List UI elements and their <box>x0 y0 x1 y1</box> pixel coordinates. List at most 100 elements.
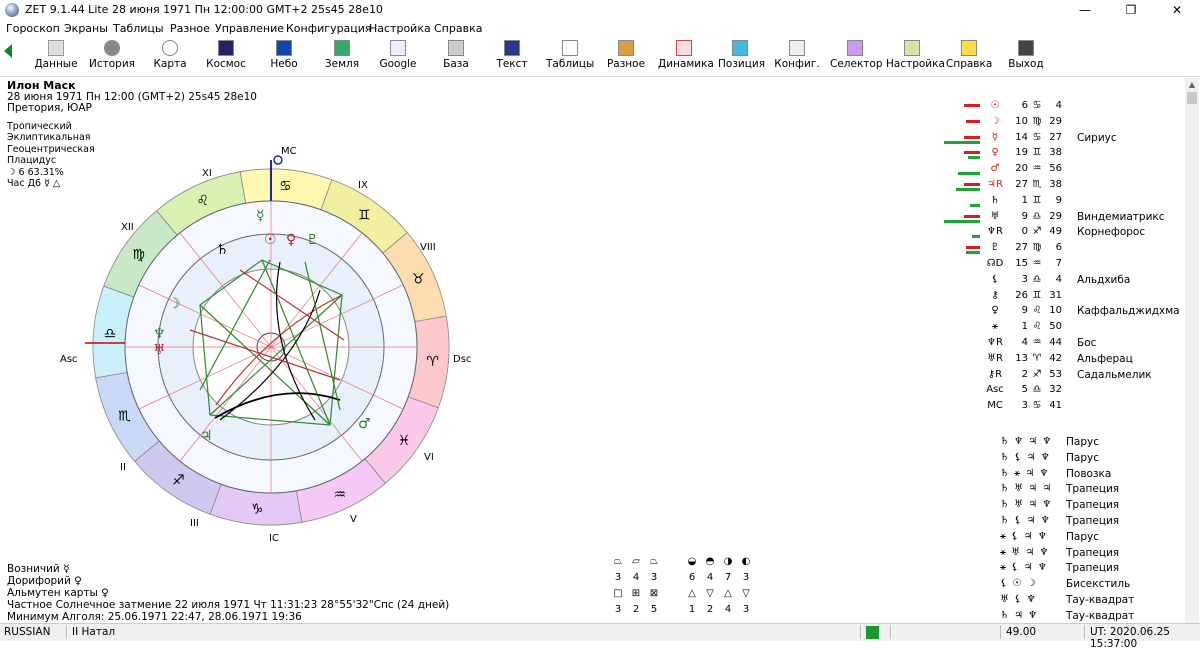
menu-horoscope[interactable]: Гороскоп <box>6 22 60 35</box>
jupiter-icon[interactable]: ♃ <box>200 428 213 444</box>
planet-row[interactable]: ♆R 0 ♐ 49 Корнефорос <box>940 226 1180 242</box>
sun-icon[interactable]: ☉ <box>264 232 277 248</box>
figure-name: Трапеция <box>1066 499 1120 512</box>
mars-icon[interactable]: ♂ <box>358 416 371 432</box>
toolbar-text-button[interactable]: Текст <box>490 39 534 75</box>
figure-name: Повозка <box>1066 467 1112 480</box>
toolbar-cosmos-button[interactable]: Космос <box>204 39 248 75</box>
figure-row[interactable]: ⚹ ♅ ♃ ♆ Трапеция <box>1000 547 1180 563</box>
menu-screens[interactable]: Экраны <box>64 22 108 35</box>
fixed-star: Бос <box>1077 337 1097 349</box>
toolbar-settings-button[interactable]: Настройка <box>886 39 945 75</box>
scroll-up-icon[interactable]: ▲ <box>1187 80 1197 90</box>
uranus-icon[interactable]: ♅ <box>153 342 166 358</box>
element-count: 3 <box>614 604 622 615</box>
figure-row[interactable]: ♄ ⚸ ♃ ♆ Трапеция <box>1000 515 1180 531</box>
toolbar-database-button[interactable]: База <box>434 39 478 75</box>
figure-row[interactable]: ♄ ⚸ ♃ ♆ Парус <box>1000 452 1180 468</box>
planet-row[interactable]: MC 3 ♋ 41 <box>940 400 1180 416</box>
back-arrow-icon[interactable] <box>4 44 12 58</box>
menu-control[interactable]: Управление <box>215 22 284 35</box>
planet-degree: 3 <box>1021 273 1028 285</box>
planet-minutes: 6 <box>1055 242 1062 254</box>
toolbar-help-button[interactable]: Справка <box>946 39 992 75</box>
planet-sign: ♌ <box>1032 321 1042 333</box>
planet-row[interactable]: ☽ 10 ♍ 29 <box>940 116 1180 132</box>
planet-row[interactable]: ☊D 15 ♒ 7 <box>940 258 1180 274</box>
toolbar-history-button[interactable]: История <box>88 39 136 75</box>
scroll-thumb[interactable] <box>1187 92 1197 104</box>
figure-row[interactable]: ♄ ♆ ♃ ♆ Парус <box>1000 436 1180 452</box>
menu-settings[interactable]: Настройка <box>369 22 431 35</box>
element-count: 3 <box>614 572 622 583</box>
tables-icon <box>562 40 578 56</box>
toolbar-exit-button[interactable]: Выход <box>1004 39 1048 75</box>
pluto-icon[interactable]: ♇ <box>306 232 319 248</box>
figure-row[interactable]: ⚹ ⚸ ♃ ♆ Трапеция <box>1000 562 1180 578</box>
planet-degree: 26 <box>1015 289 1028 301</box>
planet-row[interactable]: ♃R 27 ♏ 38 <box>940 179 1180 195</box>
neptune-icon[interactable]: ♆ <box>153 326 166 342</box>
figure-row[interactable]: ♅ ⚸ ♆ Тау-квадрат <box>1000 594 1180 610</box>
planet-row[interactable]: ♄ 1 ♊ 9 <box>940 195 1180 211</box>
toolbar-selector-button[interactable]: Селектор <box>830 39 883 75</box>
figure-row[interactable]: ⚸ ☉ ☽ Бисекстиль <box>1000 578 1180 594</box>
element-symbol: ⏢ <box>650 556 658 567</box>
zodiac-sign-icon: ♎ <box>104 326 117 342</box>
toolbar-google-button[interactable]: Google <box>376 39 420 75</box>
planet-row[interactable]: ♆R 4 ♒ 44 Бос <box>940 337 1180 353</box>
planet-sign: ♎ <box>1032 384 1042 396</box>
planet-row[interactable]: ☉ 6 ♋ 4 <box>940 100 1180 116</box>
toolbar-earth-button[interactable]: Земля <box>320 39 364 75</box>
planet-row[interactable]: ⚷ 26 ♊ 31 <box>940 290 1180 306</box>
menu-tables[interactable]: Таблицы <box>113 22 164 35</box>
figure-name: Парус <box>1066 436 1099 448</box>
position-icon <box>732 40 748 56</box>
figure-name: Тау-квадрат <box>1066 609 1135 622</box>
toolbar-chart-button[interactable]: Карта <box>148 39 192 75</box>
horoscope-wheel[interactable]: MC IC Asc Dsc XII XI IX VIII VI V III II… <box>40 140 480 560</box>
dsc-label: Dsc <box>453 354 471 365</box>
toolbar-tables-button[interactable]: Таблицы <box>546 39 594 75</box>
venus-icon[interactable]: ♀ <box>286 232 296 248</box>
toolbar-dynamics-button[interactable]: Динамика <box>658 39 714 75</box>
figure-row[interactable]: ♄ ⚹ ♃ ♆ Повозка <box>1000 468 1180 484</box>
planet-row[interactable]: ♀ 19 ♊ 38 <box>940 147 1180 163</box>
figure-row[interactable]: ⚹ ⚸ ♃ ♆ Парус <box>1000 531 1180 547</box>
toolbar-position-button[interactable]: Позиция <box>718 39 765 75</box>
planet-row[interactable]: ♅R 13 ♈ 42 Альферац <box>940 353 1180 369</box>
toolbar-data-button[interactable]: Данные <box>34 39 78 75</box>
status-language: RUSSIAN <box>4 626 51 638</box>
saturn-icon[interactable]: ♄ <box>216 242 229 258</box>
maximize-button[interactable]: ❐ <box>1108 0 1154 20</box>
moon-icon[interactable]: ☽ <box>168 296 181 312</box>
planet-row[interactable]: ☿ 14 ♋ 27 Сириус <box>940 132 1180 148</box>
menu-misc[interactable]: Разное <box>170 22 210 35</box>
close-button[interactable]: ✕ <box>1154 0 1200 20</box>
planet-minutes: 44 <box>1049 337 1062 348</box>
vertical-scrollbar[interactable]: ▲ <box>1185 78 1199 623</box>
menu-configuration[interactable]: Конфигурация <box>286 22 372 35</box>
planet-row[interactable]: ⚸ 3 ♎ 4 Альдхиба <box>940 274 1180 290</box>
planet-sign: ♏ <box>1032 179 1042 190</box>
figure-row[interactable]: ♄ ♅ ♃ ♆ Трапеция <box>1000 499 1180 515</box>
toolbar-misc-button[interactable]: Разное <box>604 39 648 75</box>
planet-row[interactable]: ♀ 9 ♌ 10 Каффальджидхма <box>940 305 1180 321</box>
misc-icon <box>618 40 634 56</box>
planet-row[interactable]: ♇ 27 ♍ 6 <box>940 242 1180 258</box>
house-label: IX <box>358 180 368 191</box>
planet-sign: ♎ <box>1032 273 1042 285</box>
toolbar-sky-button[interactable]: Небо <box>262 39 306 75</box>
help-icon <box>961 40 977 56</box>
figure-row[interactable]: ♄ ♅ ♃ ♃ Трапеция <box>1000 483 1180 499</box>
planet-degree: 27 <box>1015 242 1028 254</box>
planet-row[interactable]: ⚹ 1 ♌ 50 <box>940 321 1180 337</box>
planet-row[interactable]: ♂ 20 ♒ 56 <box>940 163 1180 179</box>
planet-row[interactable]: ⚷R 2 ♐ 53 Садальмелик <box>940 369 1180 385</box>
planet-row[interactable]: ♅ 9 ♎ 29 Виндемиатрикс <box>940 211 1180 227</box>
planet-row[interactable]: Asc 5 ♎ 32 <box>940 384 1180 400</box>
mercury-icon[interactable]: ☿ <box>256 208 265 224</box>
menu-help[interactable]: Справка <box>434 22 482 35</box>
minimize-button[interactable]: — <box>1062 0 1108 20</box>
toolbar-config-button[interactable]: Конфиг. <box>774 39 820 75</box>
